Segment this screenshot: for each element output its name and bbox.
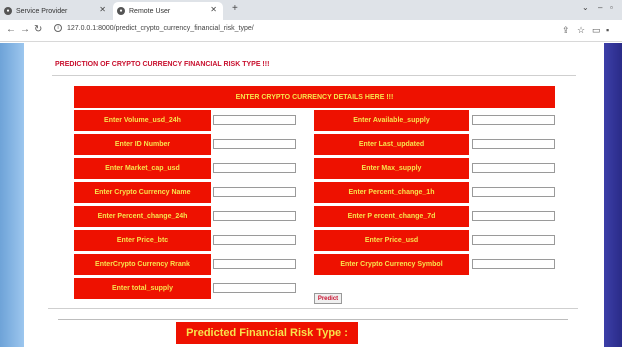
close-tab-icon[interactable]: ✕: [210, 5, 217, 14]
label-available-supply: Enter Available_supply: [314, 110, 469, 131]
label-crypto-currency-symbol: Enter Crypto Currency Symbol: [314, 254, 469, 275]
tab-service-provider[interactable]: ● Service Provider ✕: [0, 2, 112, 20]
tab-label: Service Provider: [16, 7, 68, 15]
price-btc-input[interactable]: [213, 235, 296, 245]
globe-icon: ●: [4, 7, 12, 15]
info-icon[interactable]: i: [54, 24, 62, 32]
minimize-icon[interactable]: –: [598, 3, 602, 12]
crypto-currency-name-input[interactable]: [213, 187, 296, 197]
percent-change-1h-input[interactable]: [472, 187, 555, 197]
forward-arrow-icon[interactable]: →: [20, 24, 30, 35]
page-body: PREDICTION OF CRYPTO CURRENCY FINANCIAL …: [0, 43, 622, 347]
label-total-supply: Enter total_supply: [74, 278, 211, 299]
label-volume-usd-24h: Enter Volume_usd_24h: [74, 110, 211, 131]
market-cap-usd-input[interactable]: [213, 163, 296, 173]
reload-icon[interactable]: ↻: [34, 24, 42, 35]
label-max-supply: Enter Max_supply: [314, 158, 469, 179]
id-number-input[interactable]: [213, 139, 296, 149]
total-supply-input[interactable]: [213, 283, 296, 293]
predict-button[interactable]: Predict: [314, 293, 342, 304]
sidebar-icon[interactable]: ▭: [592, 25, 601, 36]
back-arrow-icon[interactable]: ←: [6, 24, 16, 35]
label-id-number: Enter ID Number: [74, 134, 211, 155]
left-decoration: [0, 43, 24, 347]
label-percent-change-1h: Enter Percent_change_1h: [314, 182, 469, 203]
url-text: 127.0.0.1:8000/predict_crypto_currency_f…: [66, 24, 254, 32]
label-price-btc: Enter Price_btc: [74, 230, 211, 251]
crypto-currency-rank-input[interactable]: [213, 259, 296, 269]
predicted-risk-type-label: Predicted Financial Risk Type :: [176, 322, 358, 344]
percent-change-24h-input[interactable]: [213, 211, 296, 221]
share-icon[interactable]: ⇪: [562, 25, 570, 36]
page-title: PREDICTION OF CRYPTO CURRENCY FINANCIAL …: [55, 61, 270, 68]
globe-icon: ●: [117, 7, 125, 15]
tab-label: Remote User: [129, 7, 171, 15]
browser-toolbar: ← → ↻ i 127.0.0.1:8000/predict_crypto_cu…: [0, 20, 622, 42]
label-percent-change-7d: Enter P ercent_change_7d: [314, 206, 469, 227]
label-market-cap-usd: Enter Market_cap_usd: [74, 158, 211, 179]
divider: [52, 75, 576, 76]
restore-icon[interactable]: ▫: [610, 3, 613, 12]
volume-usd-24h-input[interactable]: [213, 115, 296, 125]
prediction-panel: PREDICTION OF CRYPTO CURRENCY FINANCIAL …: [48, 53, 578, 313]
profile-icon[interactable]: ▪: [606, 25, 609, 35]
chevron-down-icon[interactable]: ⌄: [582, 3, 589, 12]
label-last-updated: Enter Last_updated: [314, 134, 469, 155]
max-supply-input[interactable]: [472, 163, 555, 173]
price-usd-input[interactable]: [472, 235, 555, 245]
star-icon[interactable]: ☆: [577, 25, 585, 36]
percent-change-7d-input[interactable]: [472, 211, 555, 221]
browser-tab-bar: ● Service Provider ✕ ● Remote User ✕ + ⌄…: [0, 0, 622, 20]
new-tab-button[interactable]: +: [232, 3, 238, 14]
form-header: ENTER CRYPTO CURRENCY DETAILS HERE !!!: [74, 86, 555, 108]
result-section: Predicted Financial Risk Type :: [48, 308, 578, 347]
label-crypto-currency-rank: EnterCrypto Currency Rrank: [74, 254, 211, 275]
label-crypto-currency-name: Enter Crypto Currency Name: [74, 182, 211, 203]
available-supply-input[interactable]: [472, 115, 555, 125]
address-bar[interactable]: i 127.0.0.1:8000/predict_crypto_currency…: [54, 24, 254, 32]
tab-remote-user[interactable]: ● Remote User ✕: [113, 2, 223, 20]
last-updated-input[interactable]: [472, 139, 555, 149]
label-price-usd: Enter Price_usd: [314, 230, 469, 251]
label-percent-change-24h: Enter Percent_change_24h: [74, 206, 211, 227]
close-tab-icon[interactable]: ✕: [99, 5, 106, 14]
right-decoration: [604, 43, 622, 347]
crypto-currency-symbol-input[interactable]: [472, 259, 555, 269]
